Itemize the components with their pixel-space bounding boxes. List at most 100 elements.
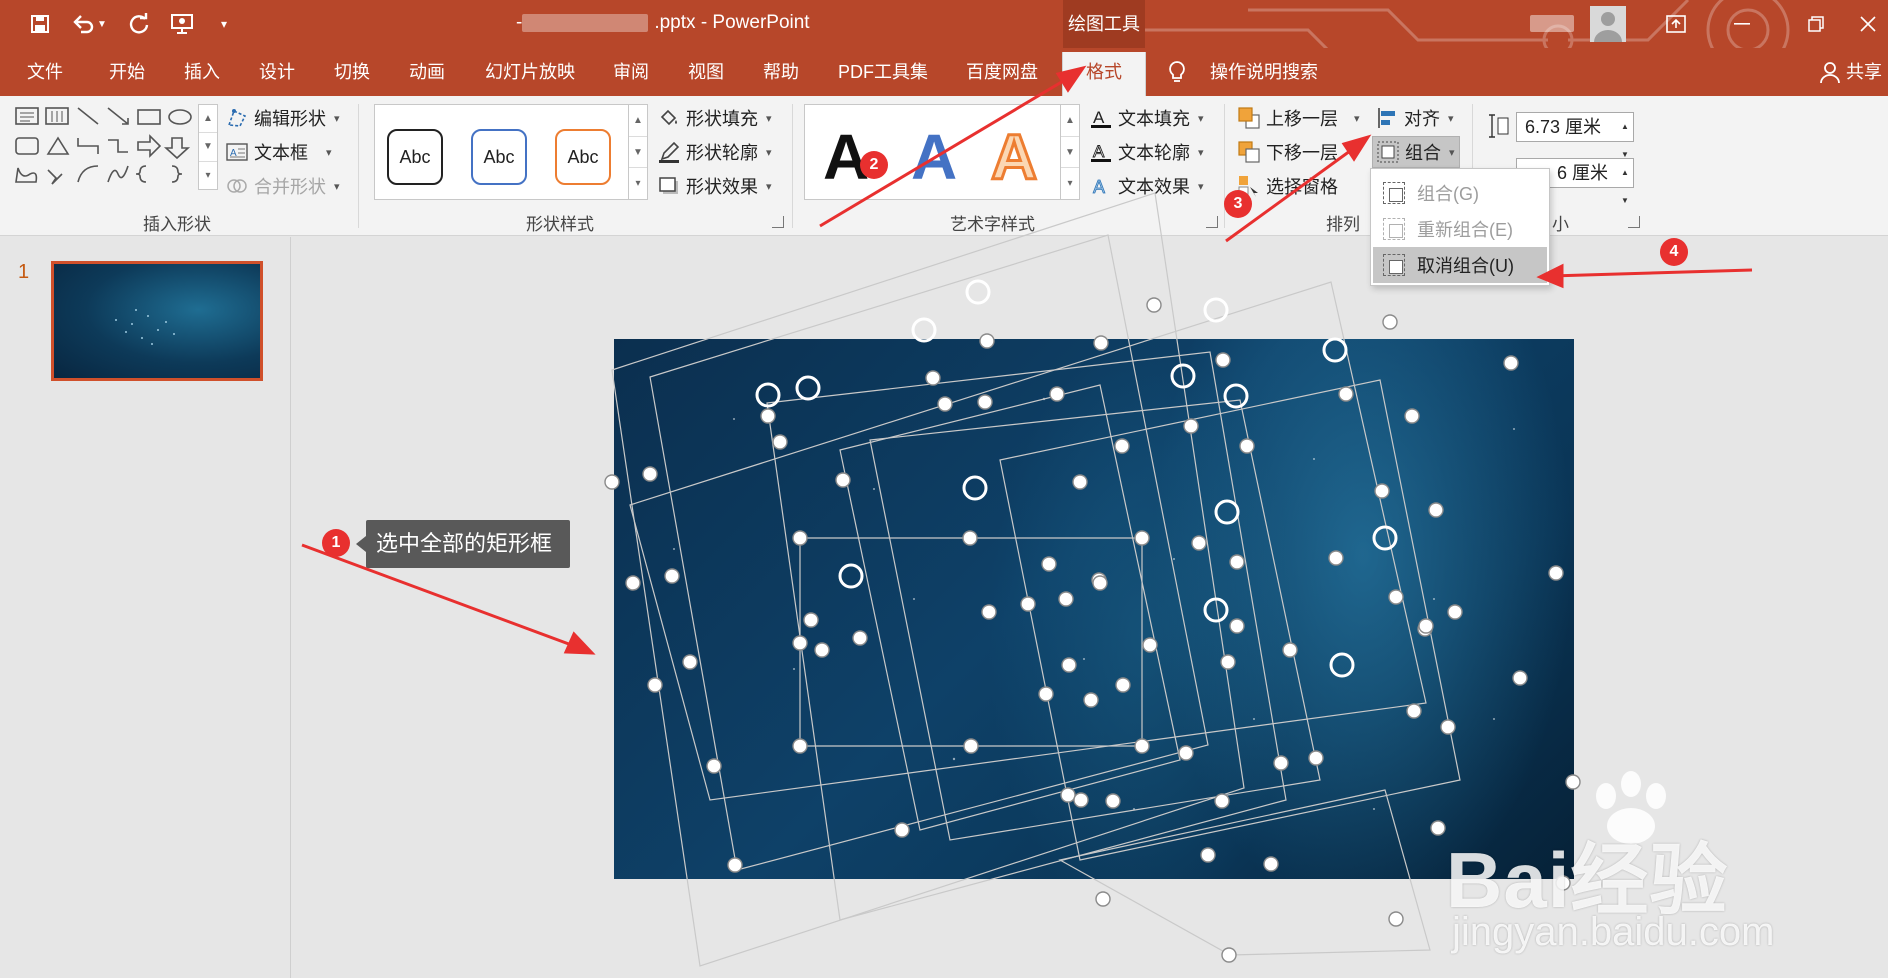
person-icon [1820, 62, 1840, 83]
group-icon [1383, 182, 1405, 204]
width-spinner-arrows[interactable]: ▲ ▼ [1617, 159, 1633, 205]
selection-pane-button[interactable]: 选择窗格 [1238, 172, 1338, 200]
shape-style-preset-1[interactable]: Abc [387, 129, 443, 185]
edit-shape-button[interactable]: 编辑形状 ▾ [226, 104, 340, 132]
shape-styles-scroll[interactable]: ▲ ▼ ▾ [628, 104, 648, 200]
wordart-preset-2[interactable]: A [911, 117, 957, 197]
document-title-app: - PowerPoint [700, 12, 810, 33]
selection-pane-label: 选择窗格 [1266, 177, 1338, 197]
text-fill-button[interactable]: A 文本填充 ▾ [1090, 104, 1204, 132]
menu-item-group[interactable]: 组合(G) [1373, 175, 1547, 211]
insert-shapes-group-label: 插入形状 [143, 215, 211, 234]
shape-styles-launcher-icon[interactable] [772, 216, 784, 228]
shapes-gallery-icons [15, 107, 192, 185]
shapes-gallery-scroll[interactable]: ▲ ▼ ▾ [198, 104, 218, 190]
height-icon [1488, 112, 1510, 140]
tab-help[interactable]: 帮助 [754, 48, 808, 96]
title-bar: ▼ ▾ - .pptx - PowerPoint 绘图工具 [0, 0, 1888, 48]
shapes-gallery[interactable] [12, 104, 204, 190]
group-icon [1377, 141, 1399, 163]
slide-starfield [673, 397, 1515, 810]
tab-design[interactable]: 设计 [250, 48, 304, 96]
tab-slide-show[interactable]: 幻灯片放映 [478, 48, 582, 96]
shape-outline-label: 形状轮廓 [686, 143, 758, 163]
minimize-icon[interactable] [1712, 0, 1772, 48]
shape-height-field[interactable]: 6.73 厘米 ▲ ▼ [1516, 112, 1634, 159]
tell-me-search[interactable]: 操作说明搜索 [1168, 48, 1318, 96]
text-outline-button[interactable]: A 文本轮廓 ▾ [1090, 138, 1204, 166]
edit-shape-label: 编辑形状 [254, 109, 326, 129]
height-spinner-arrows[interactable]: ▲ ▼ [1617, 113, 1633, 159]
shape-fill-button[interactable]: 形状填充 ▾ [658, 104, 772, 132]
wordart-styles-launcher-icon[interactable] [1206, 216, 1218, 228]
user-name [1530, 15, 1574, 32]
wordart-preset-3[interactable]: A [989, 117, 1038, 197]
undo-icon[interactable]: ▼ [70, 10, 110, 38]
tab-review[interactable]: 审阅 [604, 48, 658, 96]
size-launcher-icon[interactable] [1628, 216, 1640, 228]
align-icon [1376, 107, 1398, 129]
text-outline-icon: A [1090, 141, 1112, 163]
paint-bucket-icon [658, 107, 680, 129]
merge-shapes-button[interactable]: 合并形状 ▾ [226, 172, 340, 200]
text-effects-label: 文本效果 [1118, 177, 1190, 197]
send-backward-label: 下移一层 [1266, 143, 1338, 163]
text-box-button[interactable]: A 文本框 ▾ [226, 138, 332, 166]
tab-view[interactable]: 视图 [679, 48, 733, 96]
shape-outline-button[interactable]: 形状轮廓 ▾ [658, 138, 772, 166]
wordart-gallery[interactable]: A A A [804, 104, 1062, 200]
pencil-icon [658, 141, 680, 163]
align-button[interactable]: 对齐 ▾ [1376, 104, 1454, 132]
svg-text:A: A [1093, 177, 1105, 197]
ribbon-display-options-icon[interactable] [1646, 0, 1706, 48]
present-icon[interactable] [168, 10, 196, 38]
thumbnail-dots [115, 309, 175, 345]
tab-home[interactable]: 开始 [100, 48, 154, 96]
lightbulb-icon [1169, 61, 1185, 82]
title-bar-pattern [1128, 0, 1790, 48]
bring-forward-icon [1238, 107, 1260, 129]
save-icon[interactable] [26, 10, 54, 38]
shape-effects-icon [658, 175, 680, 197]
group-button[interactable]: 组合 ▾ [1372, 136, 1460, 168]
tab-animations[interactable]: 动画 [400, 48, 454, 96]
shape-style-preset-2[interactable]: Abc [471, 129, 527, 185]
bring-forward-button[interactable]: 上移一层 ▾ [1238, 104, 1360, 132]
share-button[interactable]: 共享 [1820, 48, 1882, 96]
tab-insert[interactable]: 插入 [175, 48, 229, 96]
wordart-gallery-scroll[interactable]: ▲ ▼ ▾ [1060, 104, 1080, 200]
edit-shape-icon [226, 107, 248, 129]
send-backward-button[interactable]: 下移一层 ▾ [1238, 138, 1360, 166]
restore-icon[interactable] [1786, 0, 1846, 48]
tab-format[interactable]: 格式 [1062, 52, 1146, 96]
tell-me-label: 操作说明搜索 [1210, 62, 1318, 82]
tab-baidu-netdisk[interactable]: 百度网盘 [958, 48, 1046, 96]
step-badge-4: 4 [1660, 238, 1688, 266]
step-badge-1: 1 [322, 529, 350, 557]
document-title: - .pptx - PowerPoint [516, 12, 810, 34]
slide-number: 1 [18, 261, 30, 283]
slide-canvas[interactable] [614, 339, 1574, 879]
ribbon-tab-row: 文件 开始 插入 设计 切换 动画 幻灯片放映 审阅 视图 帮助 PDF工具集 … [0, 48, 1888, 96]
menu-item-ungroup[interactable]: 取消组合(U) [1373, 247, 1547, 283]
shape-effects-button[interactable]: 形状效果 ▾ [658, 172, 772, 200]
slide-thumbnail-pane: 1 [0, 237, 291, 978]
slide-thumbnail[interactable] [51, 261, 263, 381]
baidu-watermark: Bai经验 jingyan.baidu.com [1446, 770, 1886, 970]
text-effects-button[interactable]: A 文本效果 ▾ [1090, 172, 1204, 200]
menu-item-regroup[interactable]: 重新组合(E) [1373, 211, 1547, 247]
step-badge-3: 3 [1224, 190, 1252, 218]
shape-style-preset-3[interactable]: Abc [555, 129, 611, 185]
tab-pdf-tools[interactable]: PDF工具集 [832, 48, 934, 96]
customize-icon[interactable]: ▾ [214, 10, 234, 38]
close-icon[interactable] [1848, 0, 1888, 48]
menu-item-label: 取消组合(U) [1417, 256, 1514, 276]
annotation-callout: 选中全部的矩形框 [355, 520, 571, 568]
wordart-styles-group-label: 艺术字样式 [950, 215, 1035, 234]
shape-styles-gallery[interactable]: Abc Abc Abc [374, 104, 630, 200]
tab-transitions[interactable]: 切换 [325, 48, 379, 96]
avatar[interactable] [1590, 6, 1626, 42]
tab-file[interactable]: 文件 [20, 48, 70, 96]
redo-icon[interactable] [126, 10, 152, 38]
document-title-ext: .pptx [654, 12, 696, 33]
